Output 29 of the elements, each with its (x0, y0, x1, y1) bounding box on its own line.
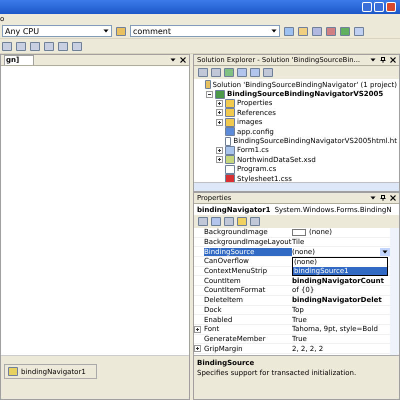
component-icon (8, 367, 18, 376)
find-combo[interactable]: comment (130, 25, 280, 37)
dropdown-button[interactable] (380, 248, 390, 256)
expand-toggle[interactable] (216, 146, 223, 154)
caret-icon (382, 248, 388, 255)
collapse-toggle[interactable] (206, 90, 213, 98)
vertical-scrollbar[interactable] (390, 228, 399, 355)
platform-dropdown[interactable]: Any CPU (2, 25, 112, 37)
caret-icon (271, 28, 277, 34)
expand-toggle[interactable] (216, 118, 223, 126)
caret-icon[interactable] (370, 195, 376, 201)
expand-toggle[interactable] (216, 156, 223, 164)
expand-toggle[interactable] (216, 109, 223, 116)
horizontal-scrollbar[interactable] (194, 182, 399, 191)
expand-toggle[interactable] (194, 326, 201, 333)
pin-icon[interactable] (380, 57, 386, 63)
caret-icon[interactable] (370, 57, 376, 63)
find-icon[interactable] (116, 26, 126, 36)
maximize-button[interactable] (374, 2, 384, 12)
caret-icon[interactable] (170, 57, 176, 63)
expand-toggle[interactable] (216, 100, 223, 107)
pin-icon[interactable] (380, 195, 386, 201)
caret-icon (103, 28, 109, 34)
close-icon[interactable] (390, 195, 396, 201)
close-button[interactable] (386, 2, 396, 12)
close-icon[interactable] (180, 57, 186, 63)
expand-toggle[interactable] (194, 345, 201, 352)
minimize-button[interactable] (362, 2, 372, 12)
close-icon[interactable] (390, 57, 396, 63)
